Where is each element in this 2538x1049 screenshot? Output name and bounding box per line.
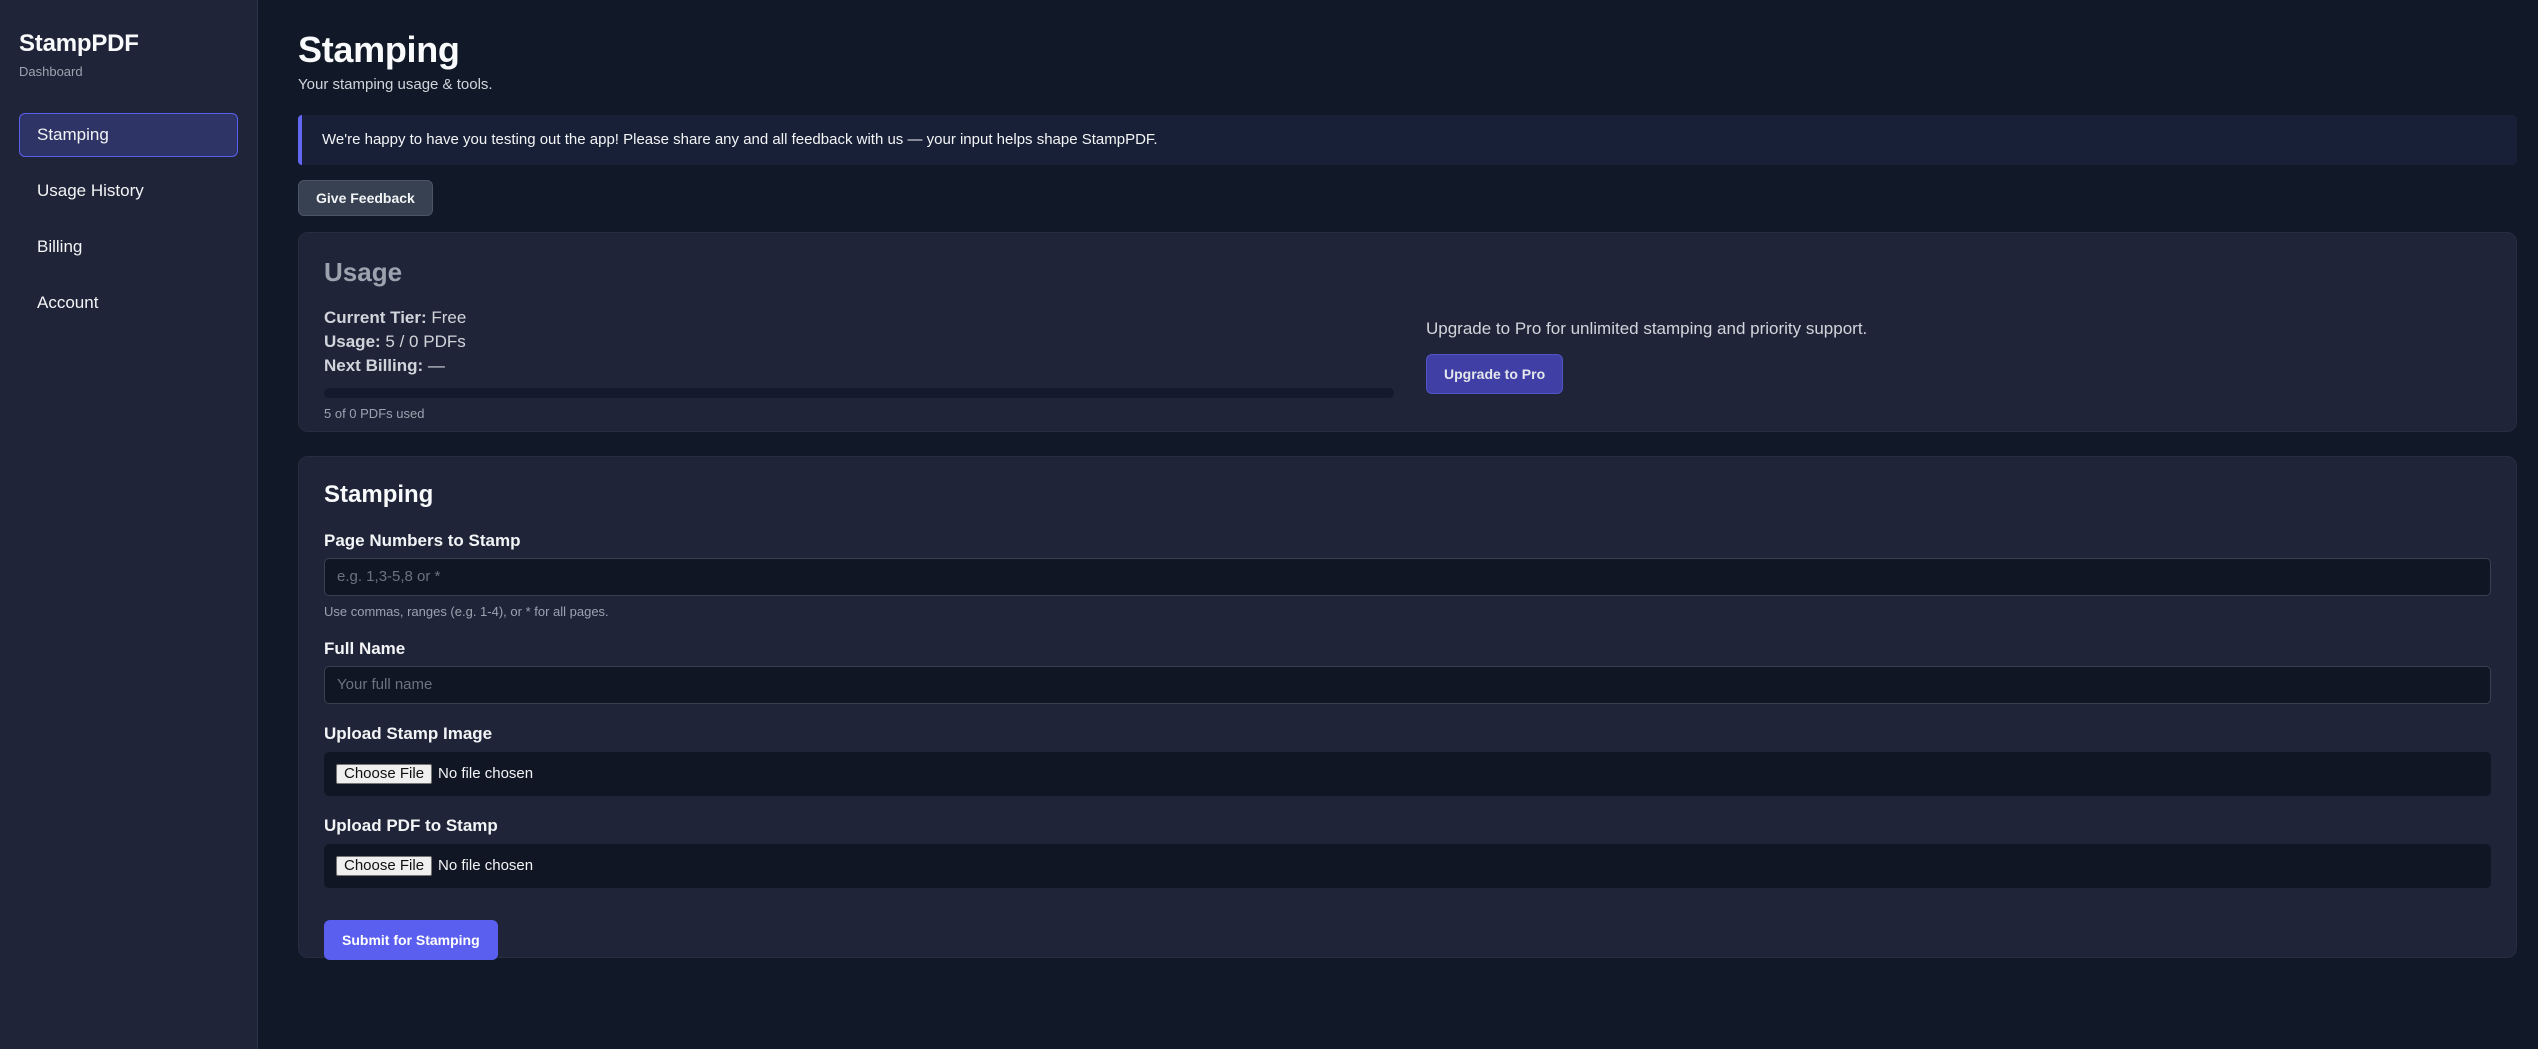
usage-value: 5 / 0 PDFs [385, 331, 466, 351]
next-billing-row: Next Billing: — [324, 354, 1394, 378]
current-tier-label: Current Tier: [324, 307, 427, 327]
usage-details: Usage Current Tier: Free Usage: 5 / 0 PD… [324, 256, 1394, 421]
sidebar: StampPDF Dashboard Stamping Usage Histor… [0, 0, 258, 1049]
usage-label: Usage: [324, 331, 381, 351]
app-root: StampPDF Dashboard Stamping Usage Histor… [0, 0, 2538, 1049]
current-tier-value: Free [431, 307, 467, 327]
stamp-image-file-input: Choose File No file chosen [324, 751, 2491, 796]
page-numbers-help: Use commas, ranges (e.g. 1-4), or * for … [324, 603, 609, 619]
full-name-label: Full Name [324, 638, 406, 658]
page-subtitle: Your stamping usage & tools. [298, 75, 493, 93]
pdf-choose-file-button[interactable]: Choose File [336, 855, 433, 876]
usage-row: Usage: 5 / 0 PDFs [324, 330, 1394, 354]
sidebar-nav: Stamping Usage History Billing Account [19, 113, 238, 325]
usage-progress-bar [324, 387, 1394, 398]
full-name-input[interactable] [324, 665, 2491, 704]
next-billing-label: Next Billing: [324, 355, 424, 375]
sidebar-item-usage-history[interactable]: Usage History [19, 169, 238, 213]
sidebar-item-billing[interactable]: Billing [19, 225, 238, 269]
page-numbers-label: Page Numbers to Stamp [324, 530, 521, 550]
feedback-banner: We're happy to have you testing out the … [298, 114, 2517, 165]
upgrade-to-pro-button[interactable]: Upgrade to Pro [1426, 353, 1564, 394]
usage-card: Usage Current Tier: Free Usage: 5 / 0 PD… [298, 231, 2517, 432]
stamp-image-file-status: No file chosen [438, 765, 534, 783]
stamping-card: Stamping Page Numbers to Stamp Use comma… [298, 455, 2517, 960]
page-title: Stamping [298, 29, 460, 70]
stamping-heading: Stamping [324, 480, 434, 508]
pdf-upload-label: Upload PDF to Stamp [324, 815, 498, 835]
usage-heading: Usage [324, 256, 403, 287]
upgrade-panel: Upgrade to Pro for unlimited stamping an… [1426, 257, 1867, 407]
main-content: Stamping Your stamping usage & tools. We… [258, 0, 2538, 1049]
banner-text: We're happy to have you testing out the … [322, 131, 1158, 149]
sidebar-item-stamping[interactable]: Stamping [19, 113, 238, 157]
page-numbers-input[interactable] [324, 557, 2491, 596]
usage-progress-caption: 5 of 0 PDFs used [324, 405, 425, 421]
usage-lines: Current Tier: Free Usage: 5 / 0 PDFs Nex… [324, 306, 1394, 378]
sidebar-item-account[interactable]: Account [19, 281, 238, 325]
next-billing-value: — [427, 355, 445, 375]
give-feedback-button[interactable]: Give Feedback [298, 179, 433, 216]
stamp-image-choose-file-button[interactable]: Choose File [336, 763, 433, 784]
upgrade-text: Upgrade to Pro for unlimited stamping an… [1426, 318, 1868, 338]
brand-title: StampPDF [19, 30, 139, 57]
pdf-file-input: Choose File No file chosen [324, 843, 2491, 888]
stamp-image-label: Upload Stamp Image [324, 723, 493, 743]
current-tier-row: Current Tier: Free [324, 306, 1394, 330]
brand-subtitle: Dashboard [19, 64, 83, 79]
submit-for-stamping-button[interactable]: Submit for Stamping [324, 919, 498, 960]
pdf-file-status: No file chosen [438, 857, 534, 875]
